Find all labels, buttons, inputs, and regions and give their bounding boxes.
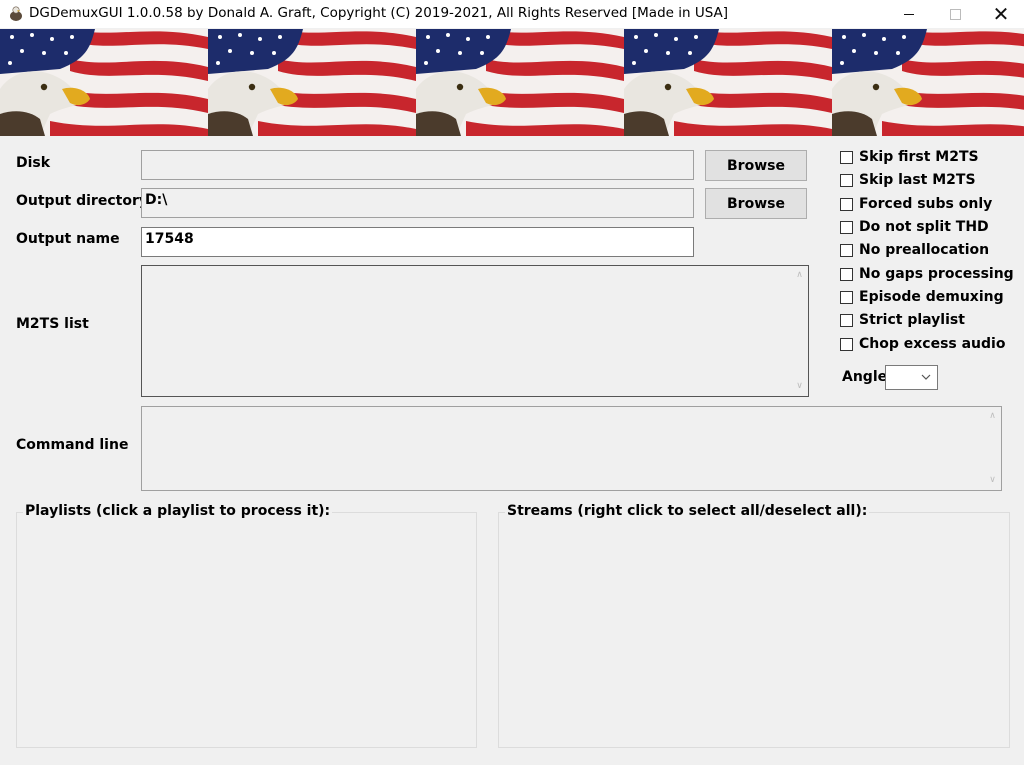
do-not-split-thd-checkbox[interactable]: Do not split THD bbox=[840, 217, 989, 237]
checkbox-label: Do not split THD bbox=[859, 219, 989, 235]
checkbox-label: No gaps processing bbox=[859, 266, 1014, 282]
angle-select[interactable] bbox=[885, 365, 938, 390]
scroll-down-arrow-icon[interactable]: ∨ bbox=[795, 382, 804, 391]
scroll-down-arrow-icon[interactable]: ∨ bbox=[988, 476, 997, 485]
output-name-input[interactable]: 17548 bbox=[141, 227, 694, 257]
chop-excess-audio-checkbox[interactable]: Chop excess audio bbox=[840, 334, 1005, 354]
strict-playlist-checkbox[interactable]: Strict playlist bbox=[840, 310, 965, 330]
checkbox-box[interactable] bbox=[840, 243, 853, 257]
episode-demuxing-checkbox[interactable]: Episode demuxing bbox=[840, 287, 1004, 307]
checkbox-box[interactable] bbox=[840, 290, 853, 304]
playlists-group-label: Playlists (click a playlist to process i… bbox=[23, 503, 333, 519]
close-icon: ✕ bbox=[992, 2, 1010, 26]
eagle-flag-banner-tile bbox=[624, 29, 832, 136]
command-line-label: Command line bbox=[16, 437, 129, 453]
skip-last-m2ts-checkbox[interactable]: Skip last M2TS bbox=[840, 170, 976, 190]
close-button[interactable]: ✕ bbox=[978, 0, 1024, 28]
checkbox-box[interactable] bbox=[840, 313, 853, 327]
disk-input[interactable] bbox=[141, 150, 694, 180]
streams-group-label: Streams (right click to select all/desel… bbox=[505, 503, 870, 519]
forced-subs-only-checkbox[interactable]: Forced subs only bbox=[840, 194, 992, 214]
eagle-flag-banner-tile bbox=[0, 29, 208, 136]
output-directory-input[interactable]: D:\ bbox=[141, 188, 694, 218]
scroll-up-arrow-icon[interactable]: ∧ bbox=[988, 412, 997, 421]
playlists-group[interactable] bbox=[16, 512, 477, 748]
checkbox-label: Forced subs only bbox=[859, 196, 993, 212]
eagle-flag-banner-tile bbox=[832, 29, 1024, 136]
output-name-label: Output name bbox=[16, 231, 120, 247]
browse-disk-button[interactable]: Browse bbox=[705, 150, 807, 181]
command-line-textarea[interactable]: ∧ ∨ bbox=[141, 406, 1002, 491]
checkbox-label: Episode demuxing bbox=[859, 289, 1004, 305]
disk-label: Disk bbox=[16, 155, 51, 171]
eagle-app-icon bbox=[10, 6, 22, 21]
no-gaps-processing-checkbox[interactable]: No gaps processing bbox=[840, 264, 1014, 284]
checkbox-label: Skip last M2TS bbox=[859, 172, 976, 188]
minimize-button[interactable] bbox=[886, 0, 932, 28]
chevron-down-icon bbox=[921, 374, 931, 380]
skip-first-m2ts-checkbox[interactable]: Skip first M2TS bbox=[840, 147, 979, 167]
title-bar[interactable]: DGDemuxGUI 1.0.0.58 by Donald A. Graft, … bbox=[0, 0, 1024, 28]
banner bbox=[0, 29, 1024, 136]
browse-output-button[interactable]: Browse bbox=[705, 188, 807, 219]
m2ts-list-label: M2TS list bbox=[16, 316, 89, 332]
command-line-scrollbar[interactable]: ∧ ∨ bbox=[984, 407, 1001, 490]
checkbox-box[interactable] bbox=[840, 150, 853, 164]
checkbox-label: Strict playlist bbox=[859, 312, 965, 328]
m2ts-list-scrollbar[interactable]: ∧ ∨ bbox=[791, 266, 808, 396]
streams-group[interactable] bbox=[498, 512, 1010, 748]
checkbox-box[interactable] bbox=[840, 197, 853, 211]
m2ts-list-textarea[interactable]: ∧ ∨ bbox=[141, 265, 809, 397]
angle-label: Angle bbox=[842, 369, 888, 385]
checkbox-label: No preallocation bbox=[859, 242, 990, 258]
maximize-button[interactable] bbox=[932, 0, 978, 28]
minimize-icon bbox=[904, 13, 914, 15]
eagle-flag-banner-tile bbox=[208, 29, 416, 136]
checkbox-box[interactable] bbox=[840, 267, 853, 281]
checkbox-label: Skip first M2TS bbox=[859, 149, 979, 165]
checkbox-label: Chop excess audio bbox=[859, 336, 1006, 352]
scroll-up-arrow-icon[interactable]: ∧ bbox=[795, 271, 804, 280]
output-directory-label: Output directory bbox=[16, 193, 148, 209]
checkbox-box[interactable] bbox=[840, 337, 853, 351]
checkbox-box[interactable] bbox=[840, 220, 853, 234]
window-title: DGDemuxGUI 1.0.0.58 by Donald A. Graft, … bbox=[29, 5, 729, 21]
maximize-icon bbox=[949, 8, 961, 20]
no-preallocation-checkbox[interactable]: No preallocation bbox=[840, 240, 989, 260]
eagle-flag-banner-tile bbox=[416, 29, 624, 136]
checkbox-box[interactable] bbox=[840, 173, 853, 187]
